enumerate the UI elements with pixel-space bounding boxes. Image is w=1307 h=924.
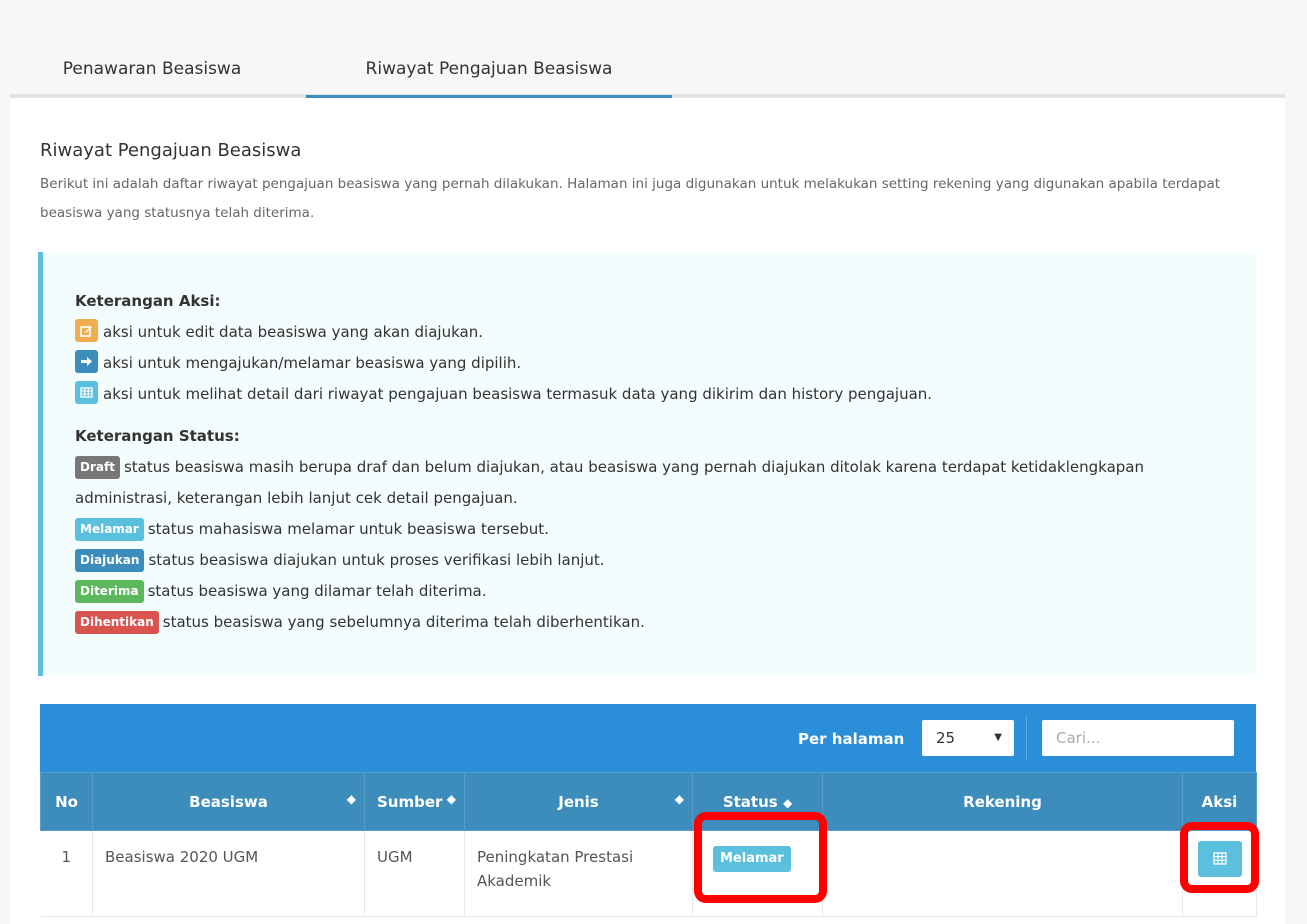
legend-aksi-title: Keterangan Aksi: — [75, 292, 221, 310]
status-badge-draft: Draft — [75, 456, 120, 479]
status-badge-diterima: Diterima — [75, 580, 144, 603]
legend-status-text: status beasiswa masih berupa draf dan be… — [75, 458, 1144, 507]
page-description: Berikut ini adalah daftar riwayat pengaj… — [40, 176, 1221, 221]
history-table: No Beasiswa ◆ Sumber ◆ Jenis ◆ Status ◆ Rek… — [40, 772, 1257, 917]
legend-status-diterima: Diterima status beasiswa yang dilamar tel… — [75, 576, 1235, 607]
legend-status-text: status beasiswa yang sebelumnya diterima… — [162, 613, 645, 631]
arrow-right-icon — [75, 350, 98, 373]
tab-penawaran-beasiswa[interactable]: Penawaran Beasiswa — [32, 40, 272, 98]
legend-aksi-text: aksi untuk edit data beasiswa yang akan … — [103, 323, 483, 341]
legend-status-text: status beasiswa yang dilamar telah diter… — [147, 582, 487, 600]
legend-status-text: status mahasiswa melamar untuk beasiswa … — [147, 520, 549, 538]
cell-beasiswa: Beasiswa 2020 UGM — [92, 830, 365, 917]
per-page-select[interactable]: 25 ▼ — [922, 720, 1014, 756]
history-table-container: Per halaman 25 ▼ No Beasiswa◆ Sumber◆ Je… — [40, 704, 1257, 924]
legend-status-draft: Draft status beasiswa masih berupa draf d… — [75, 452, 1235, 514]
legend-status-title: Keterangan Status: — [75, 427, 240, 445]
legend-aksi-text: aksi untuk melihat detail dari riwayat p… — [103, 385, 933, 403]
table-row: 1 Beasiswa 2020 UGM UGM Peningkatan Pres… — [40, 830, 1257, 917]
per-page-value: 25 — [936, 729, 956, 747]
column-header-no[interactable]: No — [40, 772, 93, 831]
column-header-sumber[interactable]: Sumber ◆ — [364, 772, 465, 831]
caret-down-icon: ▼ — [994, 732, 1002, 743]
cell-rekening — [822, 830, 1183, 917]
cell-sumber: UGM — [364, 830, 465, 917]
column-header-rekening: Rekening — [822, 772, 1183, 831]
sort-icon[interactable]: ◆ — [347, 792, 356, 806]
legend-status-text: status beasiswa diajukan untuk proses ve… — [148, 551, 605, 569]
cell-jenis: Peningkatan Prestasi Akademik — [464, 830, 693, 917]
tab-riwayat-pengajuan-beasiswa[interactable]: Riwayat Pengajuan Beasiswa — [306, 40, 672, 98]
highlight-status-box — [694, 812, 827, 903]
per-page-label: Per halaman — [798, 730, 905, 748]
table-header-row: No Beasiswa ◆ Sumber ◆ Jenis ◆ Status ◆ Rek… — [40, 772, 1257, 831]
sort-icon[interactable]: ◆ — [675, 792, 684, 806]
status-badge-melamar: Melamar — [75, 518, 144, 541]
legend-aksi-text: aksi untuk mengajukan/melamar beasiswa y… — [103, 354, 522, 372]
column-header-jenis[interactable]: Jenis ◆ — [464, 772, 693, 831]
cell-no: 1 — [40, 830, 93, 917]
search-input[interactable] — [1042, 720, 1234, 756]
status-badge-diajukan: Diajukan — [75, 549, 145, 572]
highlight-aksi-box — [1180, 822, 1259, 893]
toolbar-divider — [1026, 716, 1027, 760]
edit-icon — [75, 319, 98, 342]
legend-aksi-detail: aksi untuk melihat detail dari riwayat p… — [75, 379, 1235, 410]
legend-status-melamar: Melamar status mahasiswa melamar untuk be… — [75, 514, 1235, 545]
legend-status-diajukan: Diajukan status beasiswa diajukan untuk p… — [75, 545, 1235, 576]
status-badge-dihentikan: Dihentikan — [75, 611, 159, 634]
legend-aksi-submit: aksi untuk mengajukan/melamar beasiswa y… — [75, 348, 1235, 379]
column-header-beasiswa[interactable]: Beasiswa ◆ — [92, 772, 365, 831]
table-icon — [75, 381, 98, 404]
page-title: Riwayat Pengajuan Beasiswa — [40, 140, 302, 161]
tab-bar: Penawaran Beasiswa Riwayat Pengajuan Bea… — [10, 40, 1285, 98]
legend-callout: Keterangan Aksi: aksi untuk edit data be… — [38, 252, 1256, 676]
table-toolbar: Per halaman 25 ▼ — [40, 704, 1256, 772]
sort-icon[interactable]: ◆ — [447, 792, 456, 806]
legend-aksi-edit: aksi untuk edit data beasiswa yang akan … — [75, 317, 1235, 348]
legend-status-dihentikan: Dihentikan status beasiswa yang sebelumny… — [75, 607, 1235, 638]
sort-icon[interactable]: ◆ — [783, 796, 792, 810]
content-card: Riwayat Pengajuan Beasiswa Berikut ini a… — [10, 98, 1285, 924]
